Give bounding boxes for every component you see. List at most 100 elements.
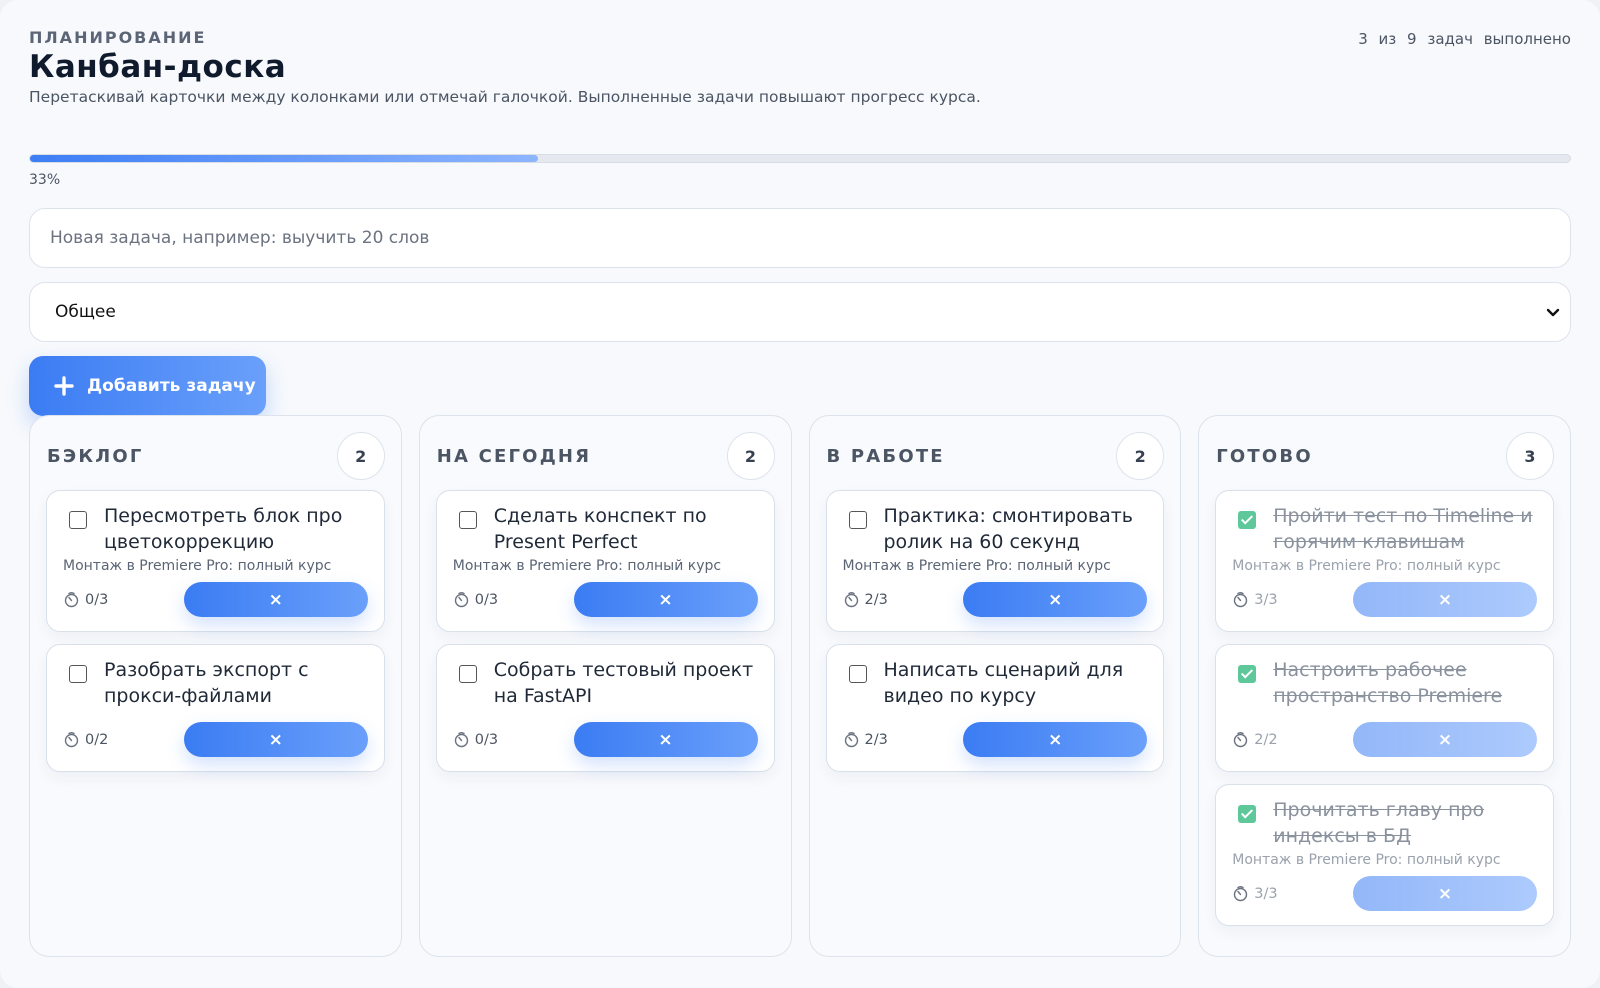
task-done-checkbox[interactable] [848,511,867,529]
task-title: Настроить рабочее пространство Premiere [1273,659,1503,707]
task-done-checkbox[interactable] [69,665,87,683]
pomodoro-counter: 0/3 [63,591,108,608]
task-card[interactable]: Пересмотреть блок про цветокоррекцию Мон… [46,490,385,632]
task-title: Практика: смонтировать ролик на 60 секун… [883,505,1133,553]
delete-task-button[interactable]: × [183,722,368,757]
new-task-input[interactable] [29,208,1571,268]
task-done-checkbox[interactable] [69,511,87,529]
task-title: Сделать конспект по Present Perfect [493,505,707,553]
task-done-checkbox[interactable] [848,665,867,683]
task-course: Монтаж в Premiere Pro: полный курс [452,558,722,574]
task-card[interactable]: Пройти тест по Timeline и горячим клавиш… [1215,490,1554,632]
progress-percent-label: 33% [29,172,61,188]
pomodoro-value: 3/3 [1254,885,1278,902]
timer-icon [454,732,468,748]
task-course: Монтаж в Premiere Pro: полный курс [1232,558,1501,574]
page-title: Канбан-доска [29,49,287,85]
column-cards: Пересмотреть блок про цветокоррекцию Мон… [46,490,385,772]
timer-icon [64,592,79,608]
pomodoro-counter: 3/3 [1232,591,1278,608]
pomodoro-value: 0/2 [85,731,109,748]
column-done[interactable]: Готово 3 Пройти тест по Timeline и горяч… [1198,415,1571,957]
task-done-checkbox[interactable] [1238,511,1257,529]
column-count-badge: 2 [1116,432,1165,480]
kanban-board: Бэклог 2 Пересмотреть блок про цветокорр… [29,415,1571,957]
pomodoro-counter: 0/3 [453,591,498,608]
delete-task-button[interactable]: × [573,582,758,617]
column-count-badge: 2 [726,432,775,480]
pomodoro-value: 2/3 [864,591,888,608]
task-course: Монтаж в Premiere Pro: полный курс [63,558,332,574]
timer-icon [64,732,79,748]
column-cards: Сделать конспект по Present Perfect Монт… [435,490,775,772]
pomodoro-counter: 2/2 [1232,731,1278,748]
pomodoro-value: 0/3 [474,591,499,608]
timer-icon [1234,886,1248,902]
task-done-checkbox[interactable] [1238,805,1257,823]
task-card[interactable]: Сделать конспект по Present Perfect Монт… [435,490,775,632]
pomodoro-counter: 2/3 [843,591,888,608]
task-title: Пересмотреть блок про цветокоррекцию [104,505,343,553]
task-card[interactable]: Настроить рабочее пространство Premiere … [1215,644,1554,772]
delete-task-button[interactable]: × [1353,722,1537,757]
column-cards: Пройти тест по Timeline и горячим клавиш… [1215,490,1554,926]
category-select-value: Общее [55,302,116,322]
column-header: На сегодня 2 [436,432,775,480]
pomodoro-value: 3/3 [1254,591,1278,608]
delete-task-button[interactable]: × [963,582,1148,617]
delete-task-button[interactable]: × [183,582,368,617]
task-course: Монтаж в Premiere Pro: полный курс [842,558,1111,574]
task-done-checkbox[interactable] [458,665,477,683]
section-eyebrow: ПЛАНИРОВАНИЕ [29,28,207,47]
task-card[interactable]: Практика: смонтировать ролик на 60 секун… [825,490,1165,632]
column-count-badge: 2 [336,432,385,480]
task-done-checkbox[interactable] [458,511,477,529]
course-progress-fill [30,155,539,162]
task-title: Разобрать экспорт с прокси-файлами [104,659,309,707]
column-in-progress[interactable]: В работе 2 Практика: смонтировать ролик … [808,415,1182,957]
timer-icon [844,592,858,608]
column-today[interactable]: На сегодня 2 Сделать конспект по Present… [418,415,792,957]
delete-task-button[interactable]: × [963,722,1148,757]
add-task-button-label: Добавить задачу [87,376,256,396]
column-header: Готово 3 [1215,432,1554,480]
column-backlog[interactable]: Бэклог 2 Пересмотреть блок про цветокорр… [29,415,402,957]
pomodoro-counter: 2/3 [843,731,888,748]
column-title: Бэклог [47,445,144,467]
column-cards: Практика: смонтировать ролик на 60 секун… [825,490,1165,772]
task-card[interactable]: Прочитать главу про индексы в БД Монтаж … [1215,784,1554,926]
pomodoro-value: 0/3 [85,591,109,608]
task-done-checkbox[interactable] [1238,665,1257,683]
task-title: Пройти тест по Timeline и горячим клавиш… [1273,505,1533,553]
delete-task-button[interactable]: × [573,722,758,757]
column-count-badge: 3 [1506,432,1554,480]
task-card[interactable]: Собрать тестовый проект на FastAPI 0/3 × [435,644,775,772]
plus-icon [54,376,74,396]
pomodoro-counter: 0/2 [63,731,108,748]
column-header: В работе 2 [826,432,1165,480]
add-task-button[interactable]: Добавить задачу [29,356,266,416]
task-card[interactable]: Написать сценарий для видео по курсу 2/3… [825,644,1165,772]
column-title: В работе [826,445,945,467]
column-header: Бэклог 2 [46,432,385,480]
timer-icon [1234,732,1248,748]
task-title: Прочитать главу про индексы в БД [1273,799,1485,847]
category-select[interactable]: Общее [29,282,1571,342]
task-title: Собрать тестовый проект на FastAPI [493,659,754,707]
pomodoro-value: 2/3 [864,731,888,748]
timer-icon [1234,592,1248,608]
tasks-done-counter: 3 из 9 задач выполнено [1358,30,1571,48]
pomodoro-value: 2/2 [1254,731,1278,748]
page-subtitle: Перетаскивай карточки между колонками ил… [29,88,981,106]
timer-icon [844,732,858,748]
task-course: Монтаж в Premiere Pro: полный курс [1232,852,1501,868]
delete-task-button[interactable]: × [1353,582,1537,617]
column-title: Готово [1216,445,1313,467]
timer-icon [454,592,468,608]
course-progress-bar [29,154,1571,163]
pomodoro-counter: 0/3 [453,731,498,748]
pomodoro-counter: 3/3 [1232,885,1278,902]
delete-task-button[interactable]: × [1353,876,1537,911]
task-card[interactable]: Разобрать экспорт с прокси-файлами 0/2 × [46,644,385,772]
column-title: На сегодня [436,445,592,467]
